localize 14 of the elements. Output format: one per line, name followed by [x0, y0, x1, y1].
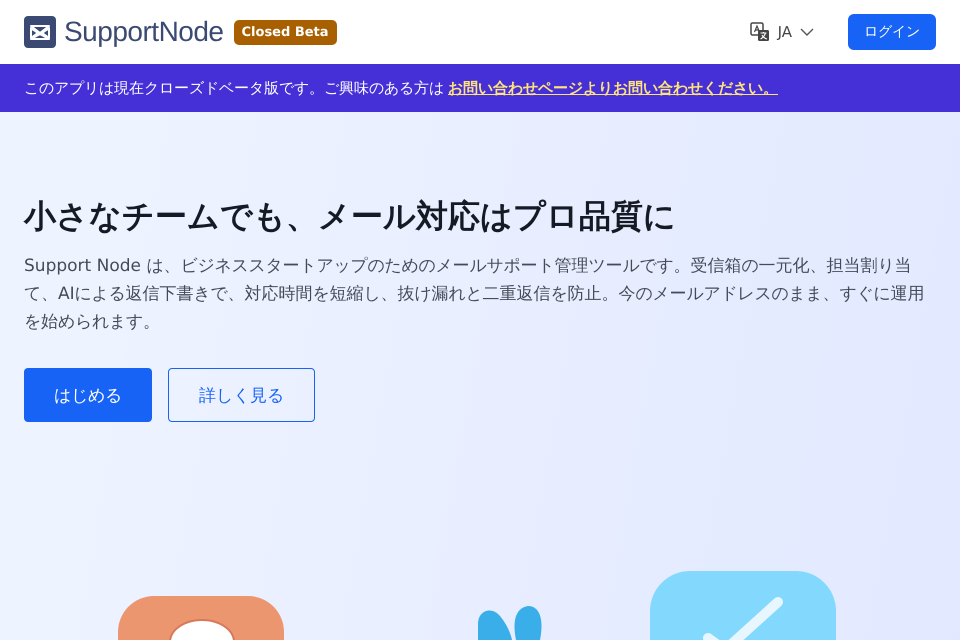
envelope-logo-icon — [24, 16, 56, 48]
beta-badge: Closed Beta — [234, 20, 337, 44]
learn-more-button[interactable]: 詳しく見る — [168, 368, 315, 422]
start-button[interactable]: はじめる — [24, 368, 152, 422]
logo-text: SupportNode — [64, 16, 224, 48]
banner-text: このアプリは現在クローズドベータ版です。ご興味のある方は — [24, 78, 444, 98]
contact-link[interactable]: お問い合わせページよりお問い合わせください。 — [448, 78, 778, 98]
hero-description: Support Node は、ビジネススタートアップのためのメールサポート管理ツールです。受信箱の一元化、担当割り当て、AIによる返信下書きで、対応時間を短縮し、抜け漏れと二重返信を防止。今のメールアドレスのまま、すぐに運用を始められます。 — [24, 255, 926, 334]
translate-icon — [750, 22, 770, 42]
language-selector[interactable]: JA — [750, 22, 814, 42]
leaf-drawing — [478, 606, 542, 640]
chevron-down-icon — [800, 28, 814, 36]
login-button[interactable]: ログイン — [848, 14, 936, 50]
hero-heading: 小さなチームでも、メール対応はプロ品質に — [24, 196, 677, 237]
